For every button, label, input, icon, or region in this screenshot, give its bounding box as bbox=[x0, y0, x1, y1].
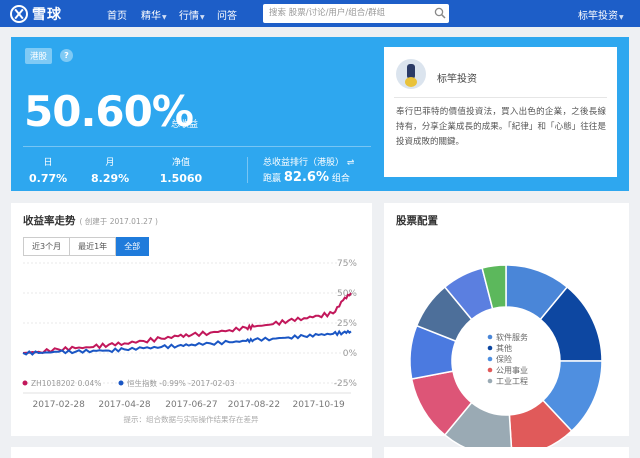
legend-marker bbox=[487, 356, 493, 362]
legend-label: 公用事业 bbox=[496, 365, 528, 375]
legend-label: 软件服务 bbox=[496, 332, 528, 342]
legend-label: 恒生指数 -0.99% -2017-02-03 bbox=[127, 378, 235, 388]
legend-marker bbox=[487, 345, 493, 351]
allocation-donut-chart: 软件服务其他保险公用事业工业工程 bbox=[409, 264, 603, 458]
rank-value: 82.6% bbox=[283, 170, 329, 185]
top-nav: 雪球 首页 精华▼ 行情▼ 问答 搜索 股票/讨论/用户/组合/群组 标竿投资▼ bbox=[0, 0, 640, 27]
y-tick-label: 25% bbox=[337, 319, 357, 329]
search-placeholder: 搜索 股票/讨论/用户/组合/群组 bbox=[269, 8, 386, 18]
chevron-down-icon: ▼ bbox=[162, 14, 167, 21]
next-card bbox=[384, 447, 629, 458]
user-menu[interactable]: 标竿投资▼ bbox=[578, 7, 624, 22]
owner-description: 奉行巴菲特的價值投資法，買入出色的企業，之後長線持有，分享企業成長的成果。「紀律… bbox=[396, 107, 606, 147]
search-input[interactable]: 搜索 股票/讨论/用户/组合/群组 bbox=[263, 4, 449, 23]
nav-item-market[interactable]: 行情▼ bbox=[179, 7, 205, 22]
market-badge: 港股 bbox=[25, 48, 53, 64]
x-tick-label: 2017-04-28 bbox=[98, 400, 151, 410]
x-tick-label: 2017-10-19 bbox=[292, 400, 345, 410]
legend-label: 工业工程 bbox=[496, 376, 528, 386]
nav-item-qa[interactable]: 问答 bbox=[217, 7, 237, 22]
swap-icon: ⇌ bbox=[344, 158, 355, 168]
total-return-value: 50.60% bbox=[24, 87, 194, 136]
total-return-label: 总收益 bbox=[171, 120, 199, 130]
legend-label: 其他 bbox=[496, 343, 512, 353]
owner-profile-card: 标竿投资 奉行巴菲特的價值投資法，買入出色的企業，之後長線持有，分享企業成長的成… bbox=[384, 47, 617, 177]
returns-line-chart: 75%50%25%0%-25%ZH1018202 0.04% 恒生指数 -0.99… bbox=[22, 259, 358, 424]
returns-title: 收益率走势( 创建于 2017.01.27 ) bbox=[23, 215, 158, 227]
stat-nav: 净值 1.5060 bbox=[159, 158, 203, 185]
rank-title: 总收益排行（港股） bbox=[263, 158, 345, 168]
rank-info[interactable]: 总收益排行（港股） ⇌ 跑赢 82.6% 组合 bbox=[263, 155, 354, 185]
next-card bbox=[11, 447, 372, 458]
chart-note: 提示：组合数据与实际操作结果存在差异 bbox=[124, 414, 259, 424]
divider bbox=[23, 146, 371, 147]
logo-text: 雪球 bbox=[32, 6, 62, 23]
chevron-down-icon: ▼ bbox=[200, 14, 205, 21]
stat-monthly: 月 8.29% bbox=[91, 158, 130, 185]
y-tick-label: 75% bbox=[337, 259, 357, 269]
x-tick-label: 2017-06-27 bbox=[165, 400, 217, 410]
nav-item-home[interactable]: 首页 bbox=[107, 7, 127, 22]
legend-marker bbox=[487, 367, 493, 373]
logo[interactable]: 雪球 bbox=[10, 3, 62, 24]
nav-item-featured[interactable]: 精华▼ bbox=[141, 7, 167, 22]
returns-card: 收益率走势( 创建于 2017.01.27 ) 近3个月 最近1年 全部 75%… bbox=[11, 203, 372, 436]
allocation-card: 股票配置 软件服务 其他 保险 公用事业 工业工程 bbox=[384, 203, 629, 458]
legend-marker bbox=[487, 378, 493, 384]
help-icon[interactable]: ? bbox=[60, 49, 73, 62]
y-tick-label: 0% bbox=[343, 349, 358, 359]
stat-daily: 日 0.77% bbox=[29, 158, 68, 185]
created-date: ( 创建于 2017.01.27 ) bbox=[79, 217, 158, 226]
logo-icon bbox=[10, 4, 28, 23]
divider bbox=[394, 97, 607, 98]
legend-marker bbox=[22, 380, 28, 386]
x-tick-label: 2017-08-22 bbox=[228, 400, 280, 410]
search-icon[interactable] bbox=[434, 7, 446, 19]
x-tick-label: 2017-02-28 bbox=[33, 400, 86, 410]
divider bbox=[247, 157, 248, 183]
legend-marker bbox=[118, 380, 124, 386]
y-tick-label: -25% bbox=[334, 379, 358, 389]
chevron-down-icon: ▼ bbox=[619, 14, 624, 21]
owner-name[interactable]: 标竿投资 bbox=[437, 70, 477, 85]
avatar[interactable] bbox=[396, 59, 426, 89]
legend-label: ZH1018202 0.04% bbox=[31, 379, 101, 388]
portfolio-summary: 港股 ? 50.60% 总收益 日 0.77% 月 8.29% 净值 1.5060 总… bbox=[11, 37, 629, 191]
legend-label: 保险 bbox=[496, 354, 512, 364]
legend-marker bbox=[487, 334, 493, 340]
